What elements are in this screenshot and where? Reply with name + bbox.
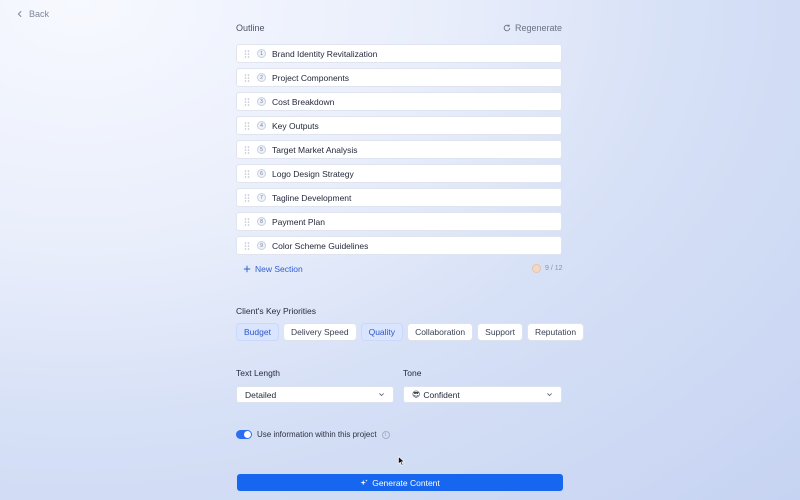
drag-handle-icon[interactable] [244, 121, 250, 130]
generate-label: Generate Content [372, 477, 440, 488]
mouse-cursor-icon [398, 456, 405, 466]
progress-ring-icon [532, 264, 541, 273]
outline-item-label: Color Scheme Guidelines [272, 240, 369, 251]
drag-handle-icon[interactable] [244, 193, 250, 202]
priorities-title: Client's Key Priorities [236, 306, 317, 316]
outline-item[interactable]: 8 Payment Plan [236, 212, 562, 231]
tone-label: Tone [403, 368, 422, 378]
project-info-label: Use information within this project [257, 430, 377, 439]
plus-icon [243, 265, 251, 273]
generate-content-button[interactable]: Generate Content [237, 474, 563, 491]
chevron-down-icon [379, 393, 384, 397]
back-label: Back [29, 9, 50, 19]
outline-item-number: 6 [257, 169, 266, 178]
section-counter: 9 / 12 [532, 264, 563, 273]
text-length-label: Text Length [236, 368, 280, 378]
section-count: 9 / 12 [545, 265, 563, 272]
project-info-toggle[interactable] [236, 430, 252, 439]
outline-item-label: Key Outputs [272, 120, 319, 131]
tone-value-wrap: 😎 Confident [412, 390, 460, 400]
chip-support[interactable]: Support [477, 323, 523, 341]
chevron-left-icon [17, 10, 22, 18]
outline-item-number: 8 [257, 217, 266, 226]
outline-item[interactable]: 1 Brand Identity Revitalization [236, 44, 562, 63]
tone-value: Confident [423, 389, 460, 400]
chip-budget[interactable]: Budget [236, 323, 279, 341]
outline-item-label: Brand Identity Revitalization [272, 48, 378, 59]
drag-handle-icon[interactable] [244, 73, 250, 82]
sunglasses-emoji-icon: 😎 [412, 390, 421, 399]
priority-chips: Budget Delivery Speed Quality Collaborat… [236, 323, 585, 341]
outline-item[interactable]: 2 Project Components [236, 68, 562, 87]
chip-collaboration[interactable]: Collaboration [407, 323, 474, 341]
info-icon[interactable]: i [381, 430, 390, 439]
chip-quality[interactable]: Quality [360, 323, 404, 341]
drag-handle-icon[interactable] [244, 145, 250, 154]
outline-item-number: 5 [257, 145, 266, 154]
outline-item-number: 4 [257, 121, 266, 130]
drag-handle-icon[interactable] [244, 217, 250, 226]
chevron-down-icon [547, 393, 552, 397]
drag-handle-icon[interactable] [244, 97, 250, 106]
outline-item[interactable]: 3 Cost Breakdown [236, 92, 562, 111]
outline-item[interactable]: 6 Logo Design Strategy [236, 164, 562, 183]
outline-item[interactable]: 4 Key Outputs [236, 116, 562, 135]
new-section-label: New Section [255, 264, 303, 274]
outline-item[interactable]: 5 Target Market Analysis [236, 140, 562, 159]
project-info-row: Use information within this project i [236, 430, 390, 439]
outline-item-label: Tagline Development [272, 192, 352, 203]
drag-handle-icon[interactable] [244, 241, 250, 250]
regenerate-label: Regenerate [514, 23, 562, 33]
outline-item[interactable]: 9 Color Scheme Guidelines [236, 236, 562, 255]
outline-title: Outline [236, 23, 265, 33]
outline-item-number: 3 [257, 97, 266, 106]
regenerate-button[interactable]: Regenerate [503, 23, 562, 33]
outline-item-number: 1 [257, 49, 266, 58]
chip-reputation[interactable]: Reputation [526, 323, 585, 341]
back-button[interactable]: Back [16, 9, 49, 19]
outline-item-label: Target Market Analysis [272, 144, 358, 155]
outline-item-label: Project Components [272, 72, 350, 83]
outline-item[interactable]: 7 Tagline Development [236, 188, 562, 207]
new-section-button[interactable]: New Section [243, 264, 303, 274]
text-length-select[interactable]: Detailed [236, 386, 394, 403]
refresh-icon [503, 24, 511, 32]
outline-item-label: Logo Design Strategy [272, 168, 354, 179]
outline-item-label: Cost Breakdown [272, 96, 335, 107]
drag-handle-icon[interactable] [244, 169, 250, 178]
outline-item-number: 9 [257, 241, 266, 250]
tone-select[interactable]: 😎 Confident [403, 386, 562, 403]
outline-item-label: Payment Plan [272, 216, 325, 227]
drag-handle-icon[interactable] [244, 49, 250, 58]
sparkle-icon [360, 478, 368, 485]
outline-header: Outline Regenerate [236, 22, 562, 34]
text-length-value: Detailed [245, 389, 277, 400]
outline-item-number: 2 [257, 73, 266, 82]
outline-item-number: 7 [257, 193, 266, 202]
outline-list: 1 Brand Identity Revitalization 2 Projec… [236, 44, 562, 260]
chip-delivery-speed[interactable]: Delivery Speed [282, 323, 357, 341]
